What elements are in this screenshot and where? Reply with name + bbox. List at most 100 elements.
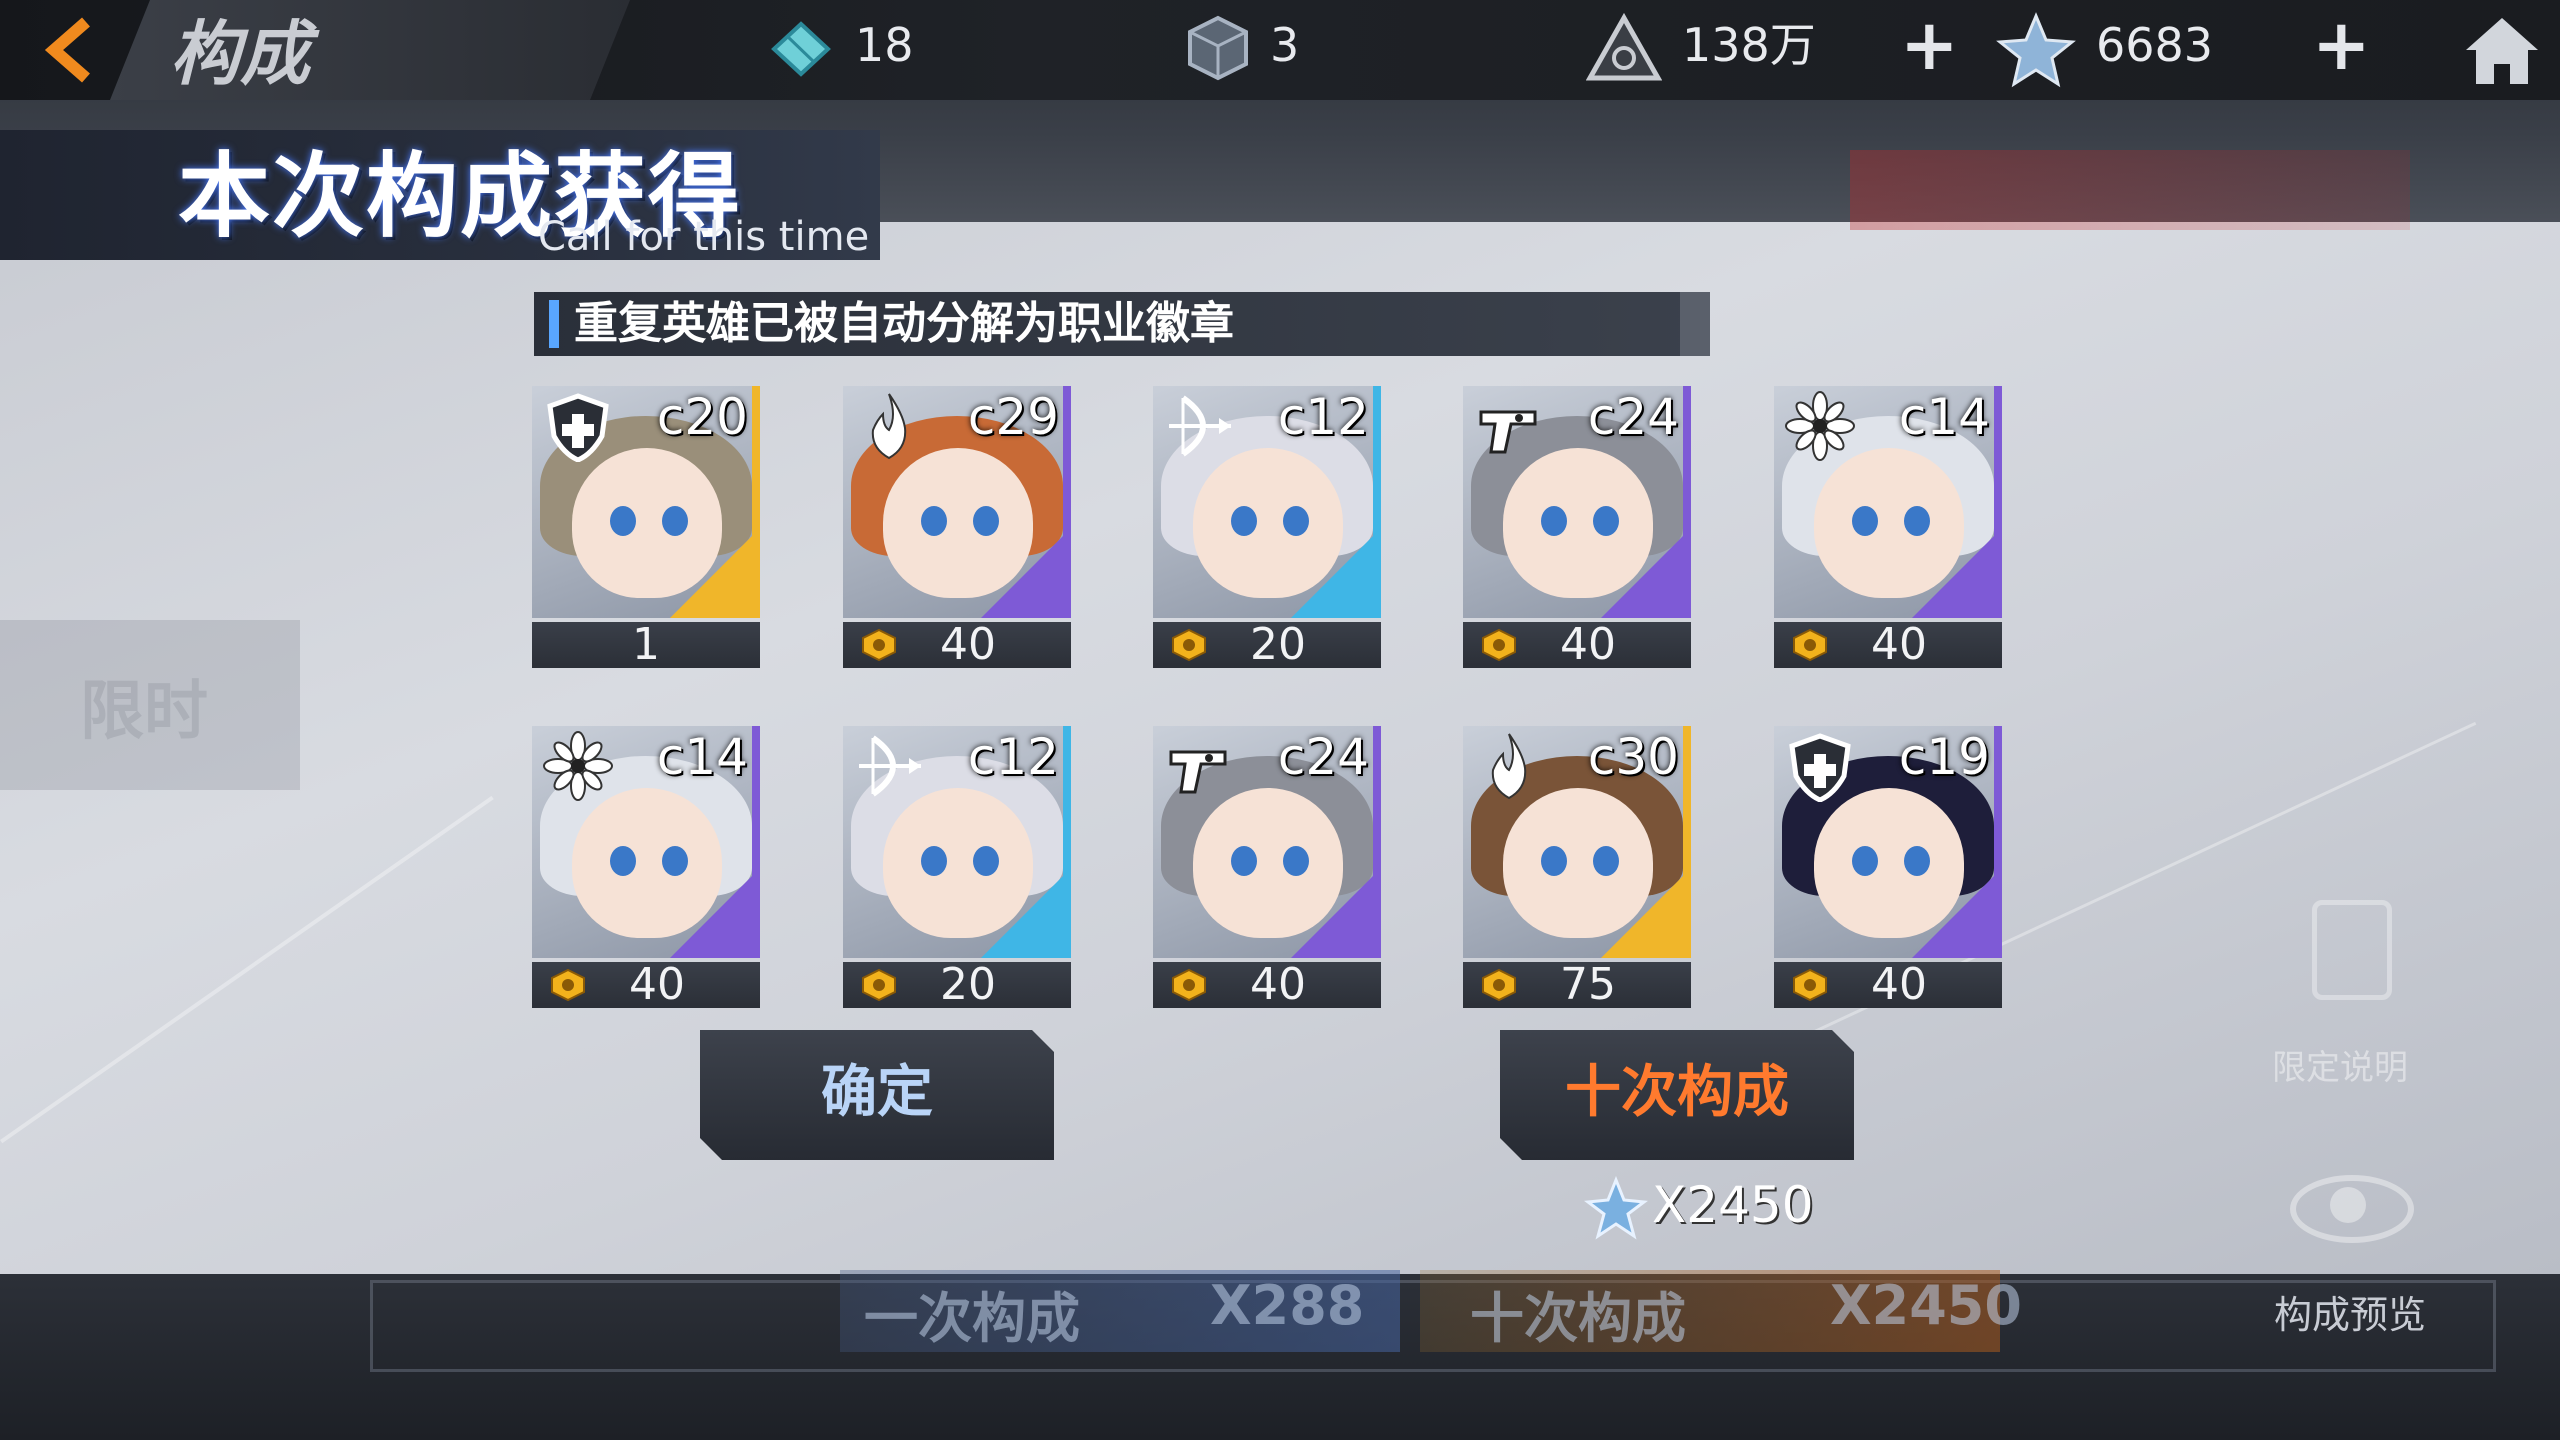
card-value: 20 [940,959,996,1010]
ten-pull-button[interactable]: 十次构成 [1500,1030,1854,1160]
crystal-cards-icon [766,14,836,84]
card-footer: 40 [1774,962,2002,1008]
hero-card[interactable]: c20 1 [532,386,760,668]
limited-label: 限时 [80,675,208,749]
flower-icon [1785,391,1855,461]
card-value: 40 [1871,959,1927,1010]
hero-code: c24 [1277,728,1369,786]
badge-coin-icon [1172,968,1206,1002]
card-value: 20 [1250,619,1306,670]
hero-card[interactable]: c12 20 [843,726,1071,1008]
ten-pull-label: 十次构成 [1565,1060,1789,1125]
gun-icon [1169,750,1227,794]
cube-count: 3 [1270,18,1300,72]
back-button[interactable] [36,10,106,90]
hero-code: c19 [1898,728,1990,786]
card-footer: 40 [1774,622,2002,668]
card-footer: 40 [1463,622,1691,668]
home-icon [2466,18,2538,84]
preview-label: 构成预览 [2274,1293,2427,1337]
card-value: 75 [1560,959,1616,1010]
card-value: 40 [1871,619,1927,670]
coins-icon [1585,12,1663,84]
document-icon [2312,900,2392,1000]
single-pull-button[interactable]: 一次构成 X288 [840,1270,1400,1352]
flame-icon [1491,733,1527,800]
single-pull-label: 一次构成 [864,1287,1080,1350]
star-crystal-icon [1584,1175,1648,1240]
add-star-crystal-button[interactable]: + [2312,0,2371,90]
hero-portrait: c12 [1153,386,1381,618]
badge-coin-icon [1482,628,1516,662]
hero-portrait: c20 [532,386,760,618]
card-value: 40 [1560,619,1616,670]
hero-portrait: c24 [1463,386,1691,618]
hero-card[interactable]: c29 40 [843,386,1071,668]
hero-portrait: c19 [1774,726,2002,958]
notice-text: 重复英雄已被自动分解为职业徽章 [574,298,1234,349]
screen-title: 构成 [170,13,310,95]
card-footer: 40 [532,962,760,1008]
hero-code: c24 [1587,388,1679,446]
hero-card[interactable]: c30 75 [1463,726,1691,1008]
badge-coin-icon [862,628,896,662]
notice-accent [549,300,559,348]
shield-icon [547,393,609,462]
badge-coin-icon [1172,628,1206,662]
hero-portrait: c29 [843,386,1071,618]
hero-card[interactable]: c14 40 [1774,386,2002,668]
single-pull-cost: X288 [1210,1274,1365,1337]
hero-code: c30 [1587,728,1679,786]
badge-coin-icon [862,968,896,1002]
limited-desc-button[interactable]: 限定说明 [2250,880,2450,1088]
hero-card[interactable]: c24 40 [1153,726,1381,1008]
crystal-cards-count: 18 [855,18,914,72]
coins-count: 138万 [1682,18,1816,72]
badge-coin-icon [1793,628,1827,662]
banner-decor [1850,150,2410,230]
card-footer: 40 [1153,962,1381,1008]
ten-pull-bottom-button[interactable]: 十次构成 X2450 [1420,1270,2022,1352]
ten-pull-bottom-label: 十次构成 [1470,1287,1686,1350]
card-value: 40 [1250,959,1306,1010]
preview-button[interactable]: 构成预览 [2240,1276,2470,1350]
badge-coin-icon [1482,968,1516,1002]
shield-icon [1789,733,1851,802]
hero-code: c12 [967,728,1059,786]
card-footer: 75 [1463,962,1691,1008]
bow-icon [1169,395,1231,457]
flame-icon [871,393,907,460]
flower-icon [543,731,613,801]
cube-icon [1182,12,1254,84]
bow-icon [859,735,921,797]
hero-portrait: c12 [843,726,1071,958]
confirm-button[interactable]: 确定 [700,1030,1054,1160]
ten-pull-bottom-cost: X2450 [1830,1274,2022,1337]
hero-code: c14 [1898,388,1990,446]
star-crystal-count: 6683 [2096,18,2214,72]
confirm-label: 确定 [821,1060,933,1125]
hero-code: c14 [656,728,748,786]
hero-card[interactable]: c24 40 [1463,386,1691,668]
home-button[interactable] [2462,10,2542,90]
back-arrow-icon [44,17,90,83]
hero-card[interactable]: c14 40 [532,726,760,1008]
card-footer: 1 [532,622,760,668]
hero-portrait: c24 [1153,726,1381,958]
gun-icon [1479,410,1537,454]
badge-coin-icon [1793,968,1827,1002]
hero-code: c29 [967,388,1059,446]
add-coins-button[interactable]: + [1900,0,1959,90]
hero-card[interactable]: c19 40 [1774,726,2002,1008]
eye-icon[interactable] [2290,1165,2414,1245]
card-value: 40 [629,959,685,1010]
card-value: 40 [940,619,996,670]
ten-pull-cost: X2450 [1652,1176,1814,1234]
badge-coin-icon [551,968,585,1002]
hero-portrait: c14 [1774,386,2002,618]
limited-panel: 限时 [0,620,300,790]
page-subtitle: Call for this time [538,214,870,260]
card-footer: 40 [843,622,1071,668]
hero-code: c12 [1277,388,1369,446]
hero-card[interactable]: c12 20 [1153,386,1381,668]
